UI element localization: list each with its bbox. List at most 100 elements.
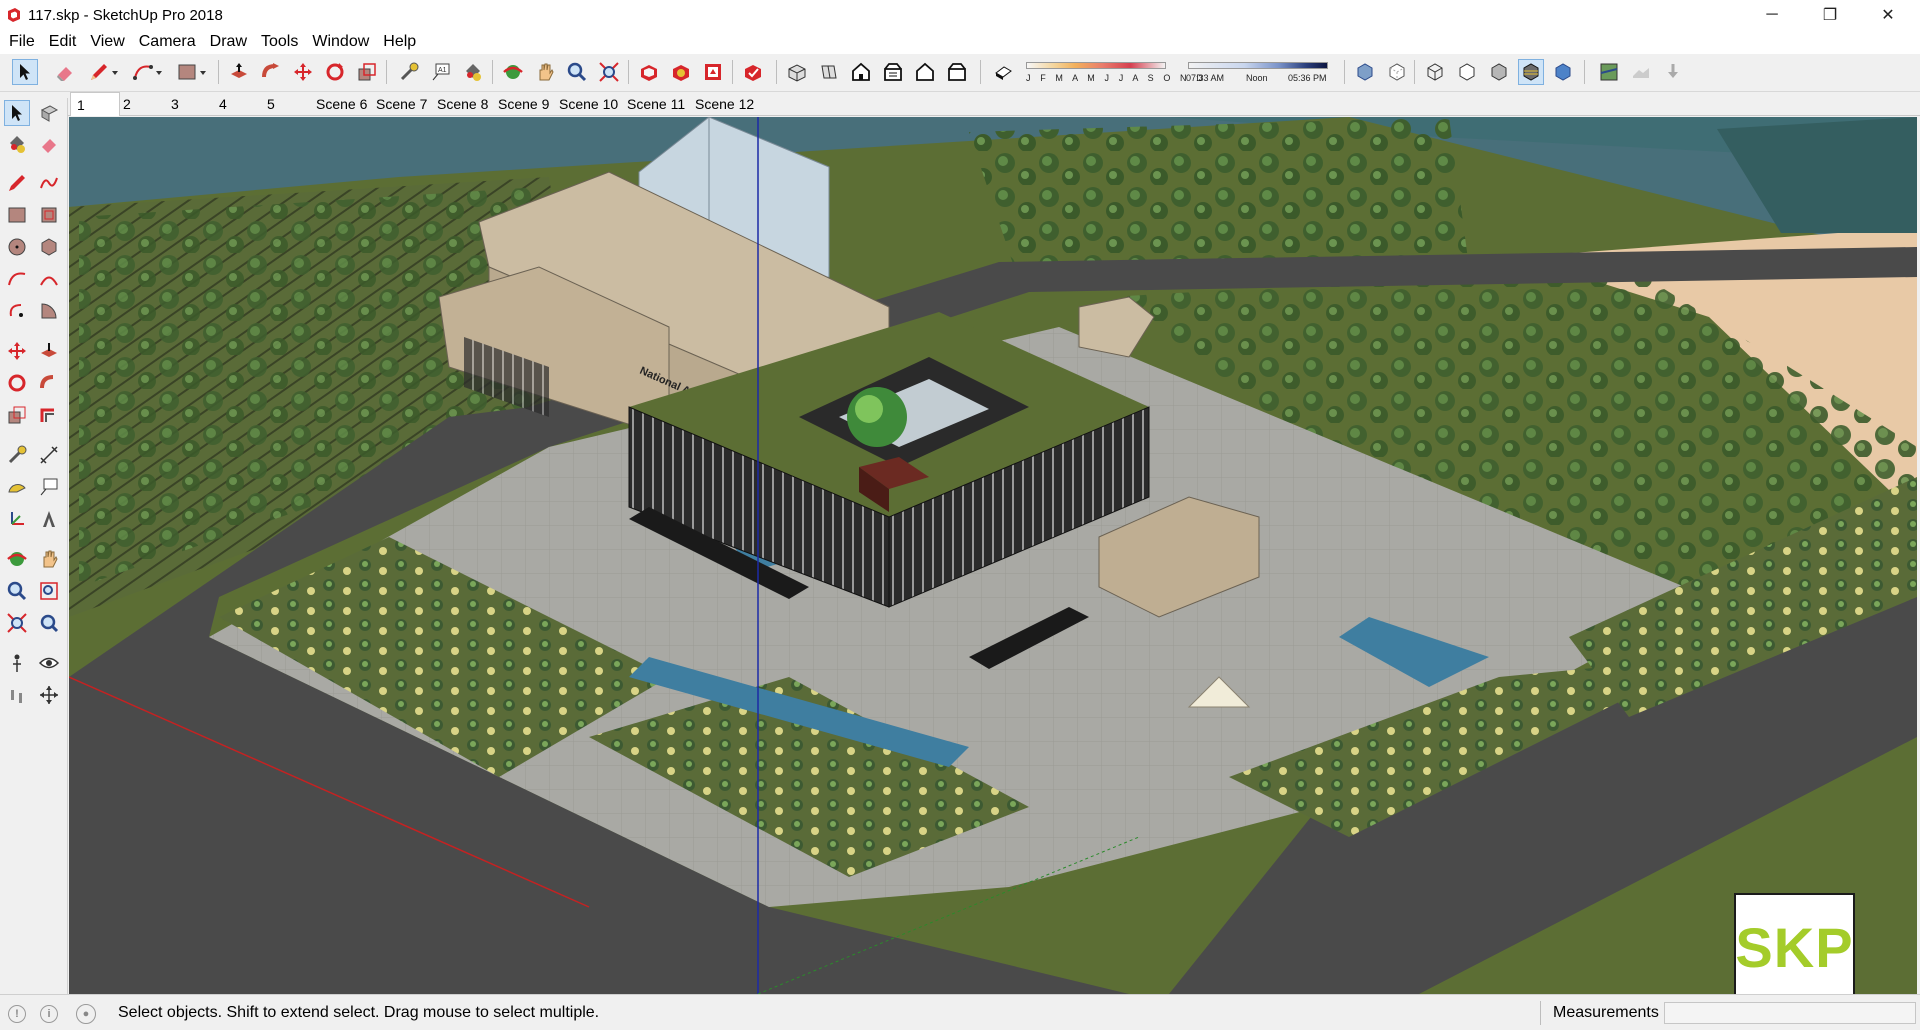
- move-tool-icon[interactable]: [4, 338, 30, 364]
- three-point-arc-icon[interactable]: [4, 298, 30, 324]
- zoom-tool-icon[interactable]: [564, 59, 590, 85]
- eraser-tool-icon[interactable]: [52, 59, 78, 85]
- back-view-icon[interactable]: [912, 59, 938, 85]
- shadow-month-slider[interactable]: J F M A M J J A S O N D: [1022, 60, 1203, 86]
- add-location-icon[interactable]: [1596, 59, 1622, 85]
- shadows-toggle-icon[interactable]: [990, 59, 1016, 85]
- menu-camera[interactable]: Camera: [132, 33, 203, 51]
- rotate-tool-icon[interactable]: [4, 370, 30, 396]
- model-scene[interactable]: National Archives Center: [69, 117, 1917, 994]
- text-label-icon[interactable]: [36, 474, 62, 500]
- tab-scene-7[interactable]: Scene 7: [370, 92, 433, 116]
- move-tool-icon[interactable]: [290, 59, 316, 85]
- menu-window[interactable]: Window: [305, 33, 376, 51]
- tape-measure-tool-icon[interactable]: [396, 59, 422, 85]
- hidden-line-style-icon[interactable]: [1454, 59, 1480, 85]
- push-pull-tool-icon[interactable]: [226, 59, 252, 85]
- user-account-icon[interactable]: ●: [76, 1004, 96, 1024]
- tab-scene-12[interactable]: Scene 12: [689, 92, 760, 116]
- offset-tool-icon[interactable]: [36, 402, 62, 428]
- iso-view-icon[interactable]: [784, 59, 810, 85]
- menu-help[interactable]: Help: [376, 33, 423, 51]
- menu-draw[interactable]: Draw: [203, 33, 254, 51]
- axes-tool-icon[interactable]: [4, 506, 30, 532]
- tab-scene-2[interactable]: 2: [117, 92, 137, 116]
- section-plane-icon[interactable]: [36, 682, 62, 708]
- menu-tools[interactable]: Tools: [254, 33, 305, 51]
- top-view-icon[interactable]: [816, 59, 842, 85]
- zoom-window-icon[interactable]: [36, 578, 62, 604]
- shaded-with-textures-style-icon[interactable]: [1518, 59, 1544, 85]
- orbit-icon[interactable]: [4, 546, 30, 572]
- eraser-icon[interactable]: [36, 131, 62, 157]
- photo-textures-icon[interactable]: [1660, 59, 1686, 85]
- select-tool-icon[interactable]: [12, 59, 38, 85]
- rectangle-tool-icon[interactable]: [4, 202, 30, 228]
- front-view-icon[interactable]: [848, 59, 874, 85]
- position-camera-icon[interactable]: [4, 650, 30, 676]
- menu-view[interactable]: View: [83, 33, 131, 51]
- pan-icon[interactable]: [36, 546, 62, 572]
- toggle-terrain-icon[interactable]: [1628, 59, 1654, 85]
- 3d-warehouse-icon[interactable]: [636, 59, 662, 85]
- right-view-icon[interactable]: [880, 59, 906, 85]
- zoom-extents-tool-icon[interactable]: [596, 59, 622, 85]
- menu-file[interactable]: File: [2, 33, 42, 51]
- tab-scene-1[interactable]: 1: [70, 92, 120, 116]
- make-component-icon[interactable]: [36, 100, 62, 126]
- shadow-time-slider[interactable]: 07:33 AM Noon 05:36 PM: [1184, 60, 1332, 86]
- two-point-arc-icon[interactable]: [36, 266, 62, 292]
- pan-tool-icon[interactable]: [532, 59, 558, 85]
- paint-bucket-icon[interactable]: [4, 131, 30, 157]
- walk-icon[interactable]: [4, 682, 30, 708]
- close-button[interactable]: ✕: [1859, 0, 1917, 30]
- rotate-tool-icon[interactable]: [322, 59, 348, 85]
- maximize-button[interactable]: ❐: [1801, 0, 1859, 30]
- menu-edit[interactable]: Edit: [42, 33, 84, 51]
- credits-icon[interactable]: i: [40, 1005, 58, 1023]
- dimension-tool-icon[interactable]: [36, 442, 62, 468]
- tab-scene-11[interactable]: Scene 11: [621, 92, 691, 116]
- scale-tool-icon[interactable]: [354, 59, 380, 85]
- left-view-icon[interactable]: [944, 59, 970, 85]
- extension-manager-icon[interactable]: [740, 59, 766, 85]
- line-tool-icon[interactable]: [4, 170, 30, 196]
- paint-bucket-tool-icon[interactable]: [460, 59, 486, 85]
- freehand-tool-icon[interactable]: [36, 170, 62, 196]
- rotated-rectangle-icon[interactable]: [36, 202, 62, 228]
- zoom-extents-icon[interactable]: [4, 610, 30, 636]
- 3d-text-icon[interactable]: [36, 506, 62, 532]
- push-pull-tool-icon[interactable]: [36, 338, 62, 364]
- protractor-icon[interactable]: [4, 474, 30, 500]
- arc-dropdown-icon[interactable]: [152, 59, 166, 85]
- geolocation-icon[interactable]: !: [8, 1005, 26, 1023]
- tab-scene-3[interactable]: 3: [165, 92, 185, 116]
- minimize-button[interactable]: ─: [1743, 0, 1801, 30]
- tab-scene-10[interactable]: Scene 10: [553, 92, 624, 116]
- pie-tool-icon[interactable]: [36, 298, 62, 324]
- monochrome-style-icon[interactable]: [1550, 59, 1576, 85]
- xray-style-icon[interactable]: [1352, 59, 1378, 85]
- measurements-input[interactable]: [1664, 1002, 1916, 1024]
- pencil-dropdown-icon[interactable]: [108, 59, 122, 85]
- follow-me-tool-icon[interactable]: [36, 370, 62, 396]
- tab-scene-4[interactable]: 4: [213, 92, 233, 116]
- orbit-tool-icon[interactable]: [500, 59, 526, 85]
- back-edges-style-icon[interactable]: [1384, 59, 1410, 85]
- tab-scene-9[interactable]: Scene 9: [492, 92, 555, 116]
- select-tool-icon[interactable]: [4, 100, 30, 126]
- arc-tool-icon[interactable]: [4, 266, 30, 292]
- model-viewport[interactable]: National Archives Center SKP: [69, 117, 1917, 994]
- extension-warehouse-icon[interactable]: [668, 59, 694, 85]
- tab-scene-6[interactable]: Scene 6: [310, 92, 373, 116]
- scale-tool-icon[interactable]: [4, 402, 30, 428]
- follow-me-tool-icon[interactable]: [258, 59, 284, 85]
- previous-view-icon[interactable]: [36, 610, 62, 636]
- tab-scene-5[interactable]: 5: [261, 92, 281, 116]
- look-around-icon[interactable]: [36, 650, 62, 676]
- polygon-tool-icon[interactable]: [36, 234, 62, 260]
- wireframe-style-icon[interactable]: [1422, 59, 1448, 85]
- tab-scene-8[interactable]: Scene 8: [431, 92, 494, 116]
- shaded-style-icon[interactable]: [1486, 59, 1512, 85]
- zoom-icon[interactable]: [4, 578, 30, 604]
